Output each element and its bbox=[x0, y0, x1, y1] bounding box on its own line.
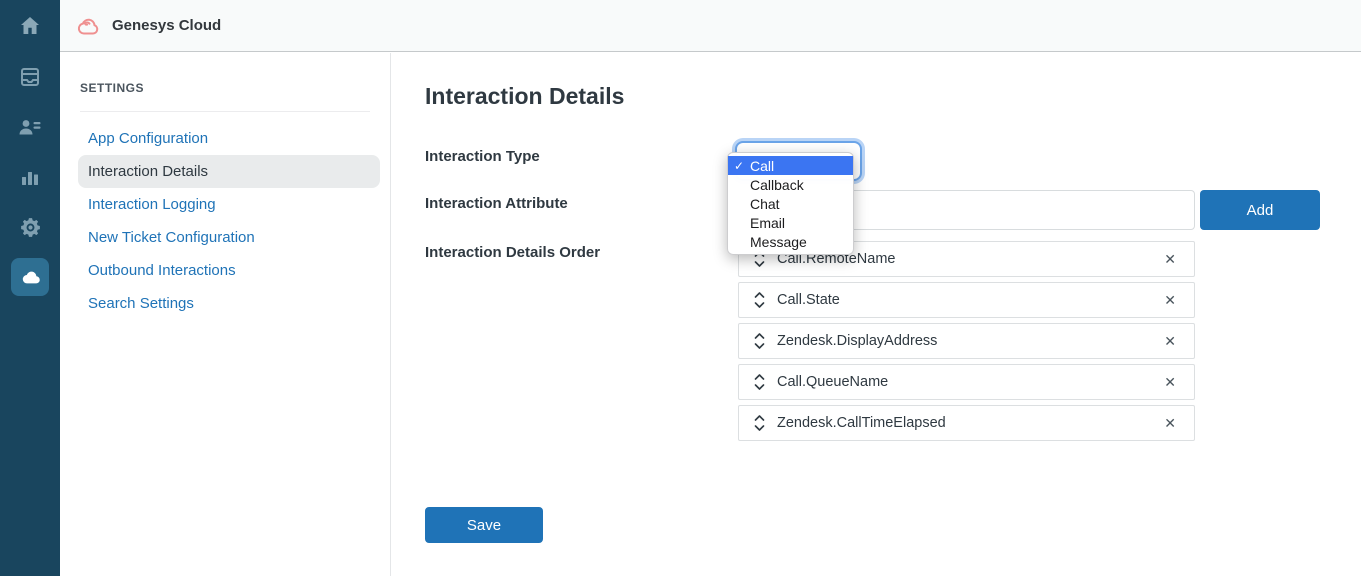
check-icon: ✓ bbox=[728, 159, 750, 173]
remove-item-icon[interactable]: ✕ bbox=[1162, 332, 1178, 350]
remove-item-icon[interactable]: ✕ bbox=[1162, 373, 1178, 391]
remove-item-icon[interactable]: ✕ bbox=[1162, 414, 1178, 432]
order-item-label: Call.State bbox=[777, 292, 1162, 308]
active-tile bbox=[11, 258, 49, 296]
interaction-details-order-label: Interaction Details Order bbox=[425, 243, 600, 262]
order-list-item: Call.State ✕ bbox=[738, 282, 1195, 318]
add-button[interactable]: Add bbox=[1200, 190, 1320, 230]
dropdown-option-message[interactable]: Message bbox=[728, 232, 853, 251]
order-item-label: Zendesk.DisplayAddress bbox=[777, 333, 1162, 349]
dropdown-option-email[interactable]: Email bbox=[728, 213, 853, 232]
home-icon[interactable] bbox=[0, 0, 60, 52]
order-item-label: Zendesk.CallTimeElapsed bbox=[777, 415, 1162, 431]
dropdown-option-label: Message bbox=[750, 234, 807, 250]
dropdown-option-label: Email bbox=[750, 215, 785, 231]
cloud-app-icon-active[interactable] bbox=[0, 252, 60, 302]
analytics-icon[interactable] bbox=[0, 152, 60, 202]
drag-handle-icon[interactable] bbox=[753, 373, 767, 391]
nav-divider bbox=[80, 111, 370, 112]
remove-item-icon[interactable]: ✕ bbox=[1162, 250, 1178, 268]
dropdown-option-label: Chat bbox=[750, 196, 780, 212]
interaction-attribute-label: Interaction Attribute bbox=[425, 194, 568, 213]
nav-section-title: SETTINGS bbox=[80, 81, 370, 95]
dropdown-option-label: Callback bbox=[750, 177, 804, 193]
order-list-item: Zendesk.DisplayAddress ✕ bbox=[738, 323, 1195, 359]
remove-item-icon[interactable]: ✕ bbox=[1162, 291, 1178, 309]
app-title: Genesys Cloud bbox=[112, 17, 221, 34]
top-header: Genesys Cloud bbox=[60, 0, 1361, 52]
dropdown-option-label: Call bbox=[750, 158, 774, 174]
drag-handle-icon[interactable] bbox=[753, 414, 767, 432]
dropdown-option-chat[interactable]: Chat bbox=[728, 194, 853, 213]
nav-item-new-ticket-configuration[interactable]: New Ticket Configuration bbox=[78, 221, 380, 254]
page-title: Interaction Details bbox=[425, 83, 624, 110]
nav-item-outbound-interactions[interactable]: Outbound Interactions bbox=[78, 254, 380, 287]
settings-nav-panel: SETTINGS App Configuration Interaction D… bbox=[60, 53, 391, 576]
dropdown-option-call[interactable]: ✓ Call bbox=[728, 156, 853, 175]
drag-handle-icon[interactable] bbox=[753, 291, 767, 309]
interaction-type-dropdown-menu: ✓ Call Callback Chat Email Message bbox=[727, 152, 854, 255]
order-item-label: Call.QueueName bbox=[777, 374, 1162, 390]
dropdown-option-callback[interactable]: Callback bbox=[728, 175, 853, 194]
save-button[interactable]: Save bbox=[425, 507, 543, 543]
interaction-type-label: Interaction Type bbox=[425, 147, 540, 166]
drag-handle-icon[interactable] bbox=[753, 332, 767, 350]
settings-gear-icon[interactable] bbox=[0, 202, 60, 252]
contacts-icon[interactable] bbox=[0, 102, 60, 152]
nav-item-search-settings[interactable]: Search Settings bbox=[78, 287, 380, 320]
order-list-item: Call.QueueName ✕ bbox=[738, 364, 1195, 400]
interactions-icon[interactable] bbox=[0, 52, 60, 102]
nav-item-app-configuration[interactable]: App Configuration bbox=[78, 122, 380, 155]
order-list-item: Zendesk.CallTimeElapsed ✕ bbox=[738, 405, 1195, 441]
nav-item-interaction-details[interactable]: Interaction Details bbox=[78, 155, 380, 188]
genesys-logo-icon bbox=[72, 14, 102, 38]
main-content: Interaction Details Interaction Type Int… bbox=[392, 53, 1361, 576]
left-icon-rail bbox=[0, 0, 60, 576]
nav-item-interaction-logging[interactable]: Interaction Logging bbox=[78, 188, 380, 221]
